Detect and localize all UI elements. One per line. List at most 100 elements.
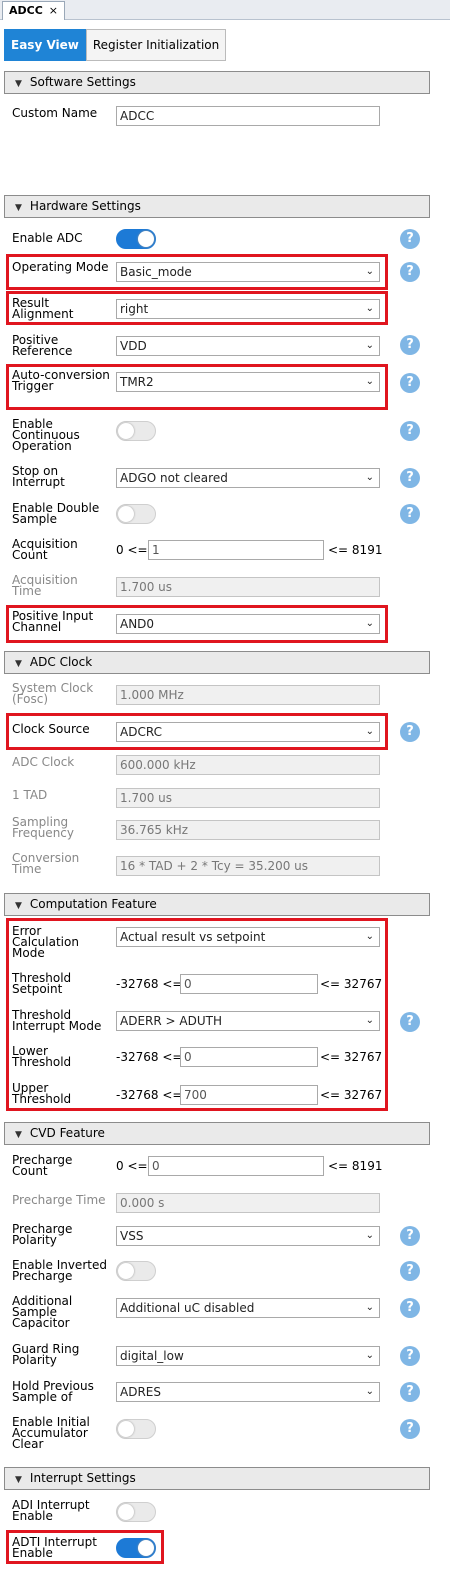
highlight-clock-source xyxy=(6,713,388,750)
custom-name-input[interactable]: ADCC xyxy=(116,106,380,126)
precharge-count-label: Precharge Count xyxy=(12,1153,73,1178)
precharge-count-min: 0 <= xyxy=(116,1159,148,1173)
highlight-operating-mode xyxy=(6,254,388,290)
hold-previous-select[interactable]: ADRES ⌄ xyxy=(116,1382,380,1402)
toggle-knob xyxy=(138,231,154,247)
help-icon[interactable]: ? xyxy=(400,1419,420,1439)
section-interrupt-settings[interactable]: ▼ Interrupt Settings xyxy=(4,1467,430,1490)
help-icon[interactable]: ? xyxy=(400,722,420,742)
initial-accumulator-label: Enable Initial Accumulator Clear xyxy=(12,1415,90,1451)
tad-label: 1 TAD xyxy=(12,788,48,802)
precharge-time-label: Precharge Time xyxy=(12,1193,106,1207)
acquisition-count-label: Acquisition Count xyxy=(12,537,78,562)
toggle-knob xyxy=(118,423,134,439)
help-icon[interactable]: ? xyxy=(400,1298,420,1318)
section-title: Computation Feature xyxy=(29,897,157,911)
chevron-down-icon: ⌄ xyxy=(365,1386,374,1397)
precharge-polarity-select[interactable]: VSS ⌄ xyxy=(116,1226,380,1246)
inverted-precharge-label: Enable Inverted Precharge xyxy=(12,1258,107,1283)
double-sample-toggle[interactable] xyxy=(116,504,156,524)
help-icon[interactable]: ? xyxy=(400,1226,420,1246)
chevron-down-icon: ⌄ xyxy=(365,1350,374,1361)
help-icon[interactable]: ? xyxy=(400,262,420,282)
acquisition-time-label: Acquisition Time xyxy=(12,573,78,598)
sampling-frequency-field: 36.765 kHz xyxy=(116,820,380,840)
chevron-down-icon: ⌄ xyxy=(365,340,374,351)
hold-previous-label: Hold Previous Sample of xyxy=(12,1379,94,1404)
section-cvd-feature[interactable]: ▼ CVD Feature xyxy=(4,1122,430,1145)
help-icon[interactable]: ? xyxy=(400,373,420,393)
custom-name-label: Custom Name xyxy=(12,106,98,120)
hold-previous-value: ADRES xyxy=(120,1385,161,1399)
chevron-down-icon: ⌄ xyxy=(365,1230,374,1241)
help-icon[interactable]: ? xyxy=(400,421,420,441)
enable-adc-toggle[interactable] xyxy=(116,229,156,249)
initial-accumulator-toggle[interactable] xyxy=(116,1419,156,1439)
toggle-knob xyxy=(118,1504,134,1520)
adc-clock-field: 600.000 kHz xyxy=(116,755,380,775)
positive-reference-value: VDD xyxy=(120,339,147,353)
tab-easy-view[interactable]: Easy View xyxy=(4,29,86,61)
section-title: Software Settings xyxy=(29,75,136,89)
close-icon[interactable]: × xyxy=(49,4,58,17)
stop-on-interrupt-select[interactable]: ADGO not cleared ⌄ xyxy=(116,468,380,488)
sampling-frequency-label: Sampling Frequency xyxy=(12,815,74,840)
continuous-operation-toggle[interactable] xyxy=(116,421,156,441)
section-title: CVD Feature xyxy=(29,1126,105,1140)
additional-capacitor-select[interactable]: Additional uC disabled ⌄ xyxy=(116,1298,380,1318)
precharge-time-field: 0.000 s xyxy=(116,1193,380,1213)
highlight-positive-input-channel xyxy=(6,605,388,643)
positive-reference-label: Positive Reference xyxy=(12,333,73,358)
precharge-polarity-label: Precharge Polarity xyxy=(12,1222,73,1247)
section-software-settings[interactable]: ▼ Software Settings xyxy=(4,71,430,94)
chevron-down-icon: ⌄ xyxy=(365,1302,374,1313)
acquisition-count-input[interactable]: 1 xyxy=(148,540,324,560)
continuous-operation-label: Enable Continuous Operation xyxy=(12,417,80,453)
section-hardware-settings[interactable]: ▼ Hardware Settings xyxy=(4,195,430,218)
stop-on-interrupt-value: ADGO not cleared xyxy=(120,471,228,485)
help-icon[interactable]: ? xyxy=(400,468,420,488)
collapse-icon: ▼ xyxy=(15,901,22,911)
additional-capacitor-label: Additional Sample Capacitor xyxy=(12,1294,73,1330)
help-icon[interactable]: ? xyxy=(400,229,420,249)
help-icon[interactable]: ? xyxy=(400,335,420,355)
adi-interrupt-toggle[interactable] xyxy=(116,1502,156,1522)
help-icon[interactable]: ? xyxy=(400,1012,420,1032)
adi-interrupt-label: ADI Interrupt Enable xyxy=(12,1498,90,1523)
acquisition-count-min: 0 <= xyxy=(116,543,148,557)
positive-reference-select[interactable]: VDD ⌄ xyxy=(116,336,380,356)
collapse-icon: ▼ xyxy=(15,79,22,89)
precharge-count-max: <= 8191 xyxy=(328,1159,383,1173)
highlight-computation-feature xyxy=(6,918,388,1111)
section-adc-clock[interactable]: ▼ ADC Clock xyxy=(4,651,430,674)
section-title: Hardware Settings xyxy=(29,199,141,213)
adc-clock-label: ADC Clock xyxy=(12,755,75,769)
guard-ring-label: Guard Ring Polarity xyxy=(12,1342,80,1367)
tab-register-initialization[interactable]: Register Initialization xyxy=(85,29,227,61)
precharge-count-input[interactable]: 0 xyxy=(148,1156,324,1176)
help-icon[interactable]: ? xyxy=(400,1382,420,1402)
acquisition-time-field: 1.700 us xyxy=(116,577,380,597)
precharge-polarity-value: VSS xyxy=(120,1229,144,1243)
toggle-knob xyxy=(118,1421,134,1437)
editor-tab-bar: ADCC × xyxy=(0,0,450,20)
highlight-auto-conversion-trigger xyxy=(6,364,388,410)
toggle-knob xyxy=(118,506,134,522)
collapse-icon: ▼ xyxy=(15,203,22,213)
system-clock-field: 1.000 MHz xyxy=(116,685,380,705)
highlight-adti-interrupt xyxy=(6,1530,164,1564)
additional-capacitor-value: Additional uC disabled xyxy=(120,1301,255,1315)
highlight-result-alignment xyxy=(6,291,388,325)
section-title: Interrupt Settings xyxy=(29,1471,136,1485)
help-icon[interactable]: ? xyxy=(400,1346,420,1366)
guard-ring-select[interactable]: digital_low ⌄ xyxy=(116,1346,380,1366)
tab-adcc[interactable]: ADCC × xyxy=(2,1,66,20)
tab-title: ADCC xyxy=(9,4,43,17)
guard-ring-value: digital_low xyxy=(120,1349,184,1363)
inverted-precharge-toggle[interactable] xyxy=(116,1261,156,1281)
help-icon[interactable]: ? xyxy=(400,1261,420,1281)
section-computation-feature[interactable]: ▼ Computation Feature xyxy=(4,893,430,916)
view-tabs: Easy View Register Initialization xyxy=(4,29,227,61)
acquisition-count-max: <= 8191 xyxy=(328,543,383,557)
help-icon[interactable]: ? xyxy=(400,504,420,524)
